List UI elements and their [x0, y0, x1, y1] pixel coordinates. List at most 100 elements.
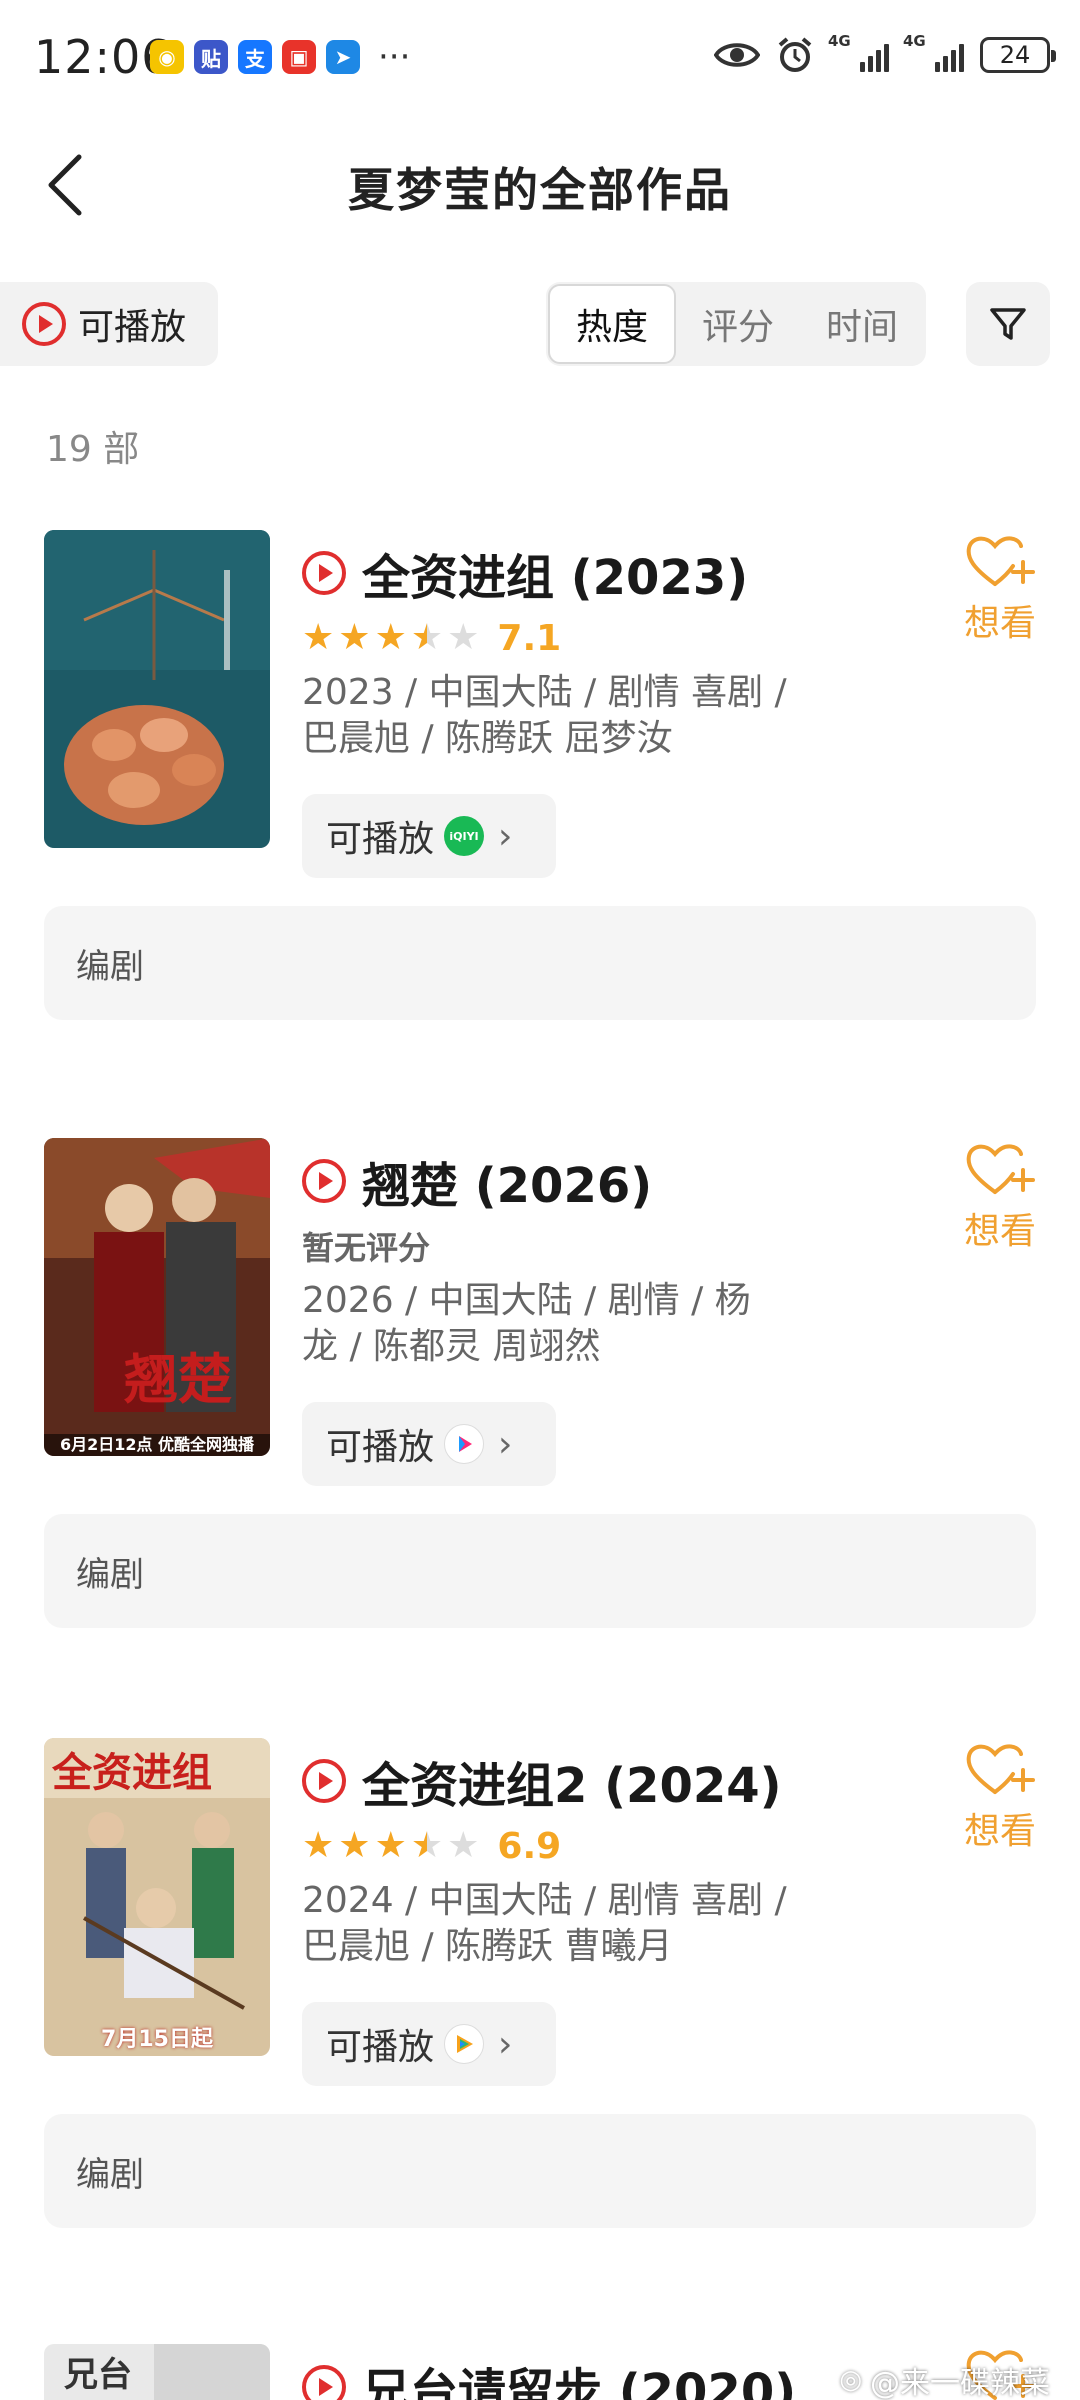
- work-title-row[interactable]: 翘楚 (2026): [302, 1146, 652, 1216]
- role-label: 编剧: [76, 1554, 144, 1595]
- work-title: 兄台请留步 (2020): [362, 2364, 797, 2400]
- rating-score: 7.1: [497, 617, 562, 659]
- playable-filter-label: 可播放: [78, 307, 187, 348]
- chevron-right-icon: ›: [498, 2023, 513, 2065]
- tieba-icon: 贴: [194, 40, 228, 74]
- svg-text:兄台: 兄台: [64, 2355, 132, 2395]
- star-icon: ★: [338, 1825, 371, 1866]
- work-meta-line: 龙 / 陈都灵 周翊然: [302, 1326, 601, 1367]
- star-half-icon: ★: [410, 1825, 444, 1866]
- playable-filter-button[interactable]: 可播放: [0, 282, 218, 366]
- work-title-row[interactable]: 全资进组 (2023): [302, 538, 748, 608]
- playable-label: 可播放: [326, 819, 435, 860]
- page-header: 夏梦莹的全部作品: [0, 130, 1080, 240]
- youku-icon: [444, 1424, 485, 1464]
- play-icon: [302, 1159, 346, 1203]
- poster-caption: 7月15日起: [101, 2027, 213, 2052]
- work-meta: 2026 / 中国大陆 / 剧情 / 杨 龙 / 陈都灵 周翊然: [302, 1278, 862, 1370]
- works-count: 19 部: [46, 429, 140, 470]
- poster-image[interactable]: 兄台: [44, 2344, 270, 2400]
- network-type-2: 4G: [903, 32, 926, 50]
- star-icon: ★: [302, 617, 335, 658]
- rating-row: ★ ★ ★ ★ ★ 7.1: [302, 616, 561, 660]
- work-meta-line: 2024 / 中国大陆 / 剧情 喜剧 /: [302, 1880, 787, 1921]
- filter-bar: 可播放 热度 评分 时间: [0, 282, 1080, 366]
- role-label: 编剧: [76, 2154, 144, 2195]
- star-empty-icon: ★: [447, 617, 480, 658]
- star-icon: ★: [302, 1825, 335, 1866]
- work-meta-line: 2023 / 中国大陆 / 剧情 喜剧 /: [302, 672, 787, 713]
- status-more-icon: ···: [378, 37, 411, 77]
- chevron-right-icon: ›: [498, 1423, 513, 1465]
- work-title: 全资进组 (2023): [362, 550, 749, 606]
- play-icon: [22, 302, 66, 346]
- filter-button[interactable]: [966, 282, 1050, 366]
- poster-image[interactable]: 全资进组 7月15日起: [44, 1738, 270, 2056]
- poster-image[interactable]: [44, 530, 270, 848]
- status-bar: 12:06 ◉ 贴 支 ▣ ➤ ··· 4G 4G 24: [0, 0, 1080, 120]
- rating-row: 暂无评分: [302, 1224, 430, 1268]
- star-icon: ★: [374, 1825, 407, 1866]
- battery-icon: 24: [980, 37, 1056, 73]
- heart-plus-icon: [966, 1744, 1035, 1794]
- poster-caption: 6月2日12点 优酷全网独播: [59, 1435, 255, 1454]
- alarm-icon: [778, 37, 812, 72]
- weibo-icon: ◉: [150, 40, 184, 74]
- weibo-logo-icon: ◎: [839, 2365, 862, 2395]
- eye-icon: [714, 43, 760, 67]
- watermark-text: @来一碟辣菜: [870, 2366, 1050, 2400]
- want-to-watch-button[interactable]: 想看: [952, 1140, 1048, 1254]
- alipay-icon: 支: [238, 40, 272, 74]
- signal-icon-2: 4G: [903, 32, 964, 72]
- work-meta-line: 巴晨旭 / 陈腾跃 曹曦月: [302, 1926, 673, 1967]
- role-label: 编剧: [76, 946, 144, 987]
- iqiyi-icon: iQIYI: [444, 816, 485, 856]
- playable-button[interactable]: 可播放 iQIYI ›: [302, 794, 556, 878]
- work-title-row[interactable]: 全资进组2 (2024): [302, 1746, 782, 1816]
- want-to-watch-label: 想看: [963, 1811, 1036, 1852]
- work-meta: 2024 / 中国大陆 / 剧情 喜剧 / 巴晨旭 / 陈腾跃 曹曦月: [302, 1878, 862, 1970]
- role-box: 编剧: [44, 1514, 1036, 1628]
- network-type-1: 4G: [828, 32, 851, 50]
- svg-text:翘楚: 翘楚: [124, 1347, 232, 1411]
- want-to-watch-button[interactable]: 想看: [952, 532, 1048, 646]
- work-meta-line: 巴晨旭 / 陈腾跃 屈梦汝: [302, 718, 673, 759]
- want-to-watch-button[interactable]: 想看: [952, 1740, 1048, 1854]
- work-meta-line: 2026 / 中国大陆 / 剧情 / 杨: [302, 1280, 751, 1321]
- status-app-icons: ◉ 贴 支 ▣ ➤ ···: [150, 40, 410, 74]
- playable-label: 可播放: [326, 2027, 435, 2068]
- star-icon: ★: [374, 617, 407, 658]
- work-meta: 2023 / 中国大陆 / 剧情 喜剧 / 巴晨旭 / 陈腾跃 屈梦汝: [302, 670, 862, 762]
- role-box: 编剧: [44, 2114, 1036, 2228]
- sort-tabs: 热度 评分 时间: [546, 282, 926, 366]
- playable-button[interactable]: 可播放 ›: [302, 1402, 556, 1486]
- want-to-watch-label: 想看: [963, 1211, 1036, 1252]
- play-icon: [302, 2365, 346, 2400]
- sort-tab-rating[interactable]: 评分: [676, 284, 800, 364]
- rating-row: ★ ★ ★ ★ ★ 6.9: [302, 1824, 561, 1868]
- signal-icon-1: 4G: [828, 32, 889, 72]
- star-icon: ★: [338, 617, 371, 658]
- poster-image[interactable]: 翘楚 6月2日12点 优酷全网独播: [44, 1138, 270, 1456]
- sort-tab-time[interactable]: 时间: [800, 284, 924, 364]
- play-icon: [302, 1759, 346, 1803]
- play-icon: [302, 551, 346, 595]
- work-title: 全资进组2 (2024): [362, 1758, 782, 1814]
- star-half-icon: ★: [410, 617, 444, 658]
- work-title-row[interactable]: 兄台请留步 (2020): [302, 2352, 796, 2400]
- svg-text:全资进组: 全资进组: [51, 1749, 212, 1796]
- heart-plus-icon: [966, 1144, 1035, 1194]
- tencent-video-icon: [444, 2024, 485, 2064]
- heart-plus-icon: [966, 536, 1035, 586]
- watermark: ◎ @来一碟辣菜: [839, 2358, 1050, 2400]
- star-empty-icon: ★: [447, 1825, 480, 1866]
- page-title: 夏梦莹的全部作品: [348, 163, 732, 217]
- playable-button[interactable]: 可播放 ›: [302, 2002, 556, 2086]
- app-red-icon: ▣: [282, 40, 316, 74]
- sort-tab-popularity[interactable]: 热度: [548, 284, 676, 364]
- rating-score: 6.9: [497, 1825, 562, 1867]
- playable-label: 可播放: [326, 1427, 435, 1468]
- want-to-watch-label: 想看: [963, 603, 1036, 644]
- role-box: 编剧: [44, 906, 1036, 1020]
- chevron-right-icon: ›: [498, 815, 513, 857]
